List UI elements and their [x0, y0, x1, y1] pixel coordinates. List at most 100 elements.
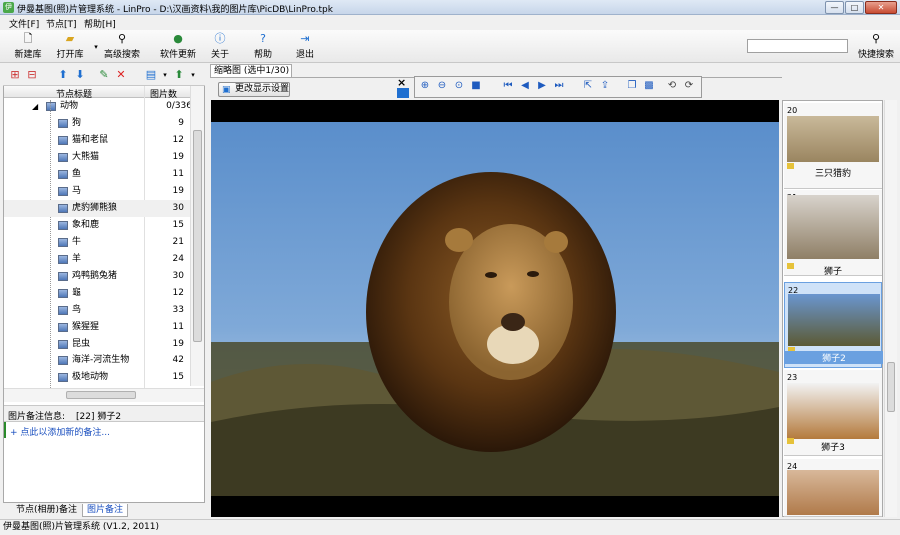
thumbnail-card[interactable]: 20 三只猎豹 [784, 103, 882, 189]
main-image[interactable] [211, 122, 779, 496]
first-image-icon[interactable]: ⏮ [502, 80, 514, 92]
new-db-button[interactable]: 🗋 新建库 [6, 32, 50, 62]
album-icon [58, 272, 68, 281]
menu-bar [0, 15, 900, 30]
tree-item[interactable]: 昆虫 19 [4, 336, 190, 353]
tree-item[interactable]: 鸡鸭鹅兔猪 30 [4, 268, 190, 285]
help-button[interactable]: ? 帮助 [241, 32, 285, 62]
tree-horizontal-scrollbar[interactable] [4, 388, 204, 402]
folder-image-icon [46, 102, 56, 111]
album-icon [58, 356, 68, 365]
tree-item[interactable]: 极地动物 15 [4, 369, 190, 386]
copy-icon[interactable]: ❐ [626, 80, 638, 92]
view-options-icon[interactable]: ▤ [144, 68, 158, 82]
quick-search-button[interactable]: ⚲ 快捷搜索 [853, 32, 899, 62]
tree-item[interactable]: 海洋-河流生物 42 [4, 352, 190, 369]
note-label: 图片备注信息: [8, 412, 66, 422]
album-icon [58, 323, 68, 332]
zoom-fit-icon[interactable]: ⊙ [453, 80, 465, 92]
collapse-arrow-icon[interactable]: ◢ [32, 98, 38, 115]
tab-thumbnails[interactable]: 缩略图 (选中1/30) [210, 64, 292, 78]
close-button[interactable]: ✕ [865, 1, 897, 14]
zoom-out-icon[interactable]: ⊖ [436, 80, 448, 92]
album-icon [58, 136, 68, 145]
rotate-left-icon[interactable]: ⟲ [666, 80, 678, 92]
search-icon: ⚲ [871, 32, 881, 45]
tree-item[interactable]: 马 19 [4, 183, 190, 200]
export-dropdown-icon[interactable]: ▾ [186, 68, 200, 82]
scrollbar-thumb[interactable] [193, 130, 202, 342]
zoom-in-icon[interactable]: ⊕ [419, 80, 431, 92]
color-indicator [397, 88, 409, 98]
export-image-icon[interactable]: ⇪ [599, 80, 611, 92]
thumbnail-scrollbar[interactable] [884, 100, 897, 517]
thumbnail-image[interactable] [788, 294, 880, 346]
minimize-button[interactable]: — [825, 1, 844, 14]
album-icon [58, 255, 68, 264]
tree-item[interactable]: 鱼 11 [4, 166, 190, 183]
album-icon [58, 289, 68, 298]
collapse-all-icon[interactable]: ⊟ [25, 68, 39, 82]
quick-search-input[interactable] [747, 39, 848, 53]
tree-item[interactable]: 象和鹿 15 [4, 217, 190, 234]
thumbnail-card-selected[interactable]: 22 狮子2 [784, 282, 883, 368]
move-down-icon[interactable]: ⬇ [73, 68, 87, 82]
maximize-button[interactable]: □ [845, 1, 864, 14]
export-icon[interactable]: ⬆ [172, 68, 186, 82]
next-image-icon[interactable]: ▶ [536, 80, 548, 92]
expand-all-icon[interactable]: ⊞ [8, 68, 22, 82]
open-db-button[interactable]: ▰ 打开库 [48, 32, 92, 62]
change-display-button[interactable]: ▣ 更改显示设置 [218, 82, 290, 97]
tree-item[interactable]: 狗9 [4, 115, 190, 132]
tree-item[interactable]: 鸟 33 [4, 302, 190, 319]
save-icon[interactable]: ▩ [643, 80, 655, 92]
tab-image-note[interactable]: 图片备注 [82, 504, 129, 517]
update-button[interactable]: ● 软件更新 [156, 32, 200, 62]
advanced-search-button[interactable]: ⚲ 高级搜索 [100, 32, 144, 62]
album-icon [58, 238, 68, 247]
thumbnail-image[interactable] [787, 470, 879, 515]
delete-icon[interactable]: ✕ [114, 68, 128, 82]
tree-item[interactable]: 牛 21 [4, 234, 190, 251]
open-dropdown-icon[interactable]: ▾ [92, 43, 100, 51]
help-icon: ? [260, 32, 266, 45]
view-dropdown-icon[interactable]: ▾ [158, 68, 172, 82]
scrollbar-thumb[interactable] [887, 362, 895, 412]
exit-icon: ⇥ [300, 32, 310, 45]
tree-item-selected[interactable]: 虎豹狮熊狼 30 [4, 200, 190, 217]
menu-file[interactable]: 文件[F] [9, 17, 39, 30]
thumbnail-image[interactable] [787, 383, 879, 439]
add-note-link[interactable]: + 点此以添加新的备注... [10, 425, 110, 438]
previous-image-icon[interactable]: ◀ [519, 80, 531, 92]
tree-header: 节点标题 图片数 [4, 86, 190, 100]
exit-button[interactable]: ⇥ 退出 [283, 32, 327, 62]
album-icon [58, 170, 68, 179]
move-up-icon[interactable]: ⬆ [56, 68, 70, 82]
thumbnail-card[interactable]: 21 狮子 [784, 190, 882, 277]
tree-item[interactable]: 大熊猫 19 [4, 149, 190, 166]
last-image-icon[interactable]: ⏭ [553, 80, 565, 92]
open-external-icon[interactable]: ⇱ [582, 80, 594, 92]
tree-vertical-scrollbar[interactable] [190, 86, 204, 386]
tab-album-note[interactable]: 节点(相册)备注 [12, 504, 81, 517]
tree-item[interactable]: 羊 24 [4, 251, 190, 268]
scrollbar-thumb[interactable] [66, 391, 136, 399]
menu-help[interactable]: 帮助[H] [84, 17, 116, 30]
tree-item[interactable]: 猫和老鼠 12 [4, 132, 190, 149]
thumbnail-card[interactable]: 24 [784, 459, 882, 517]
new-file-icon: 🗋 [23, 32, 33, 45]
thumbnail-image[interactable] [787, 195, 879, 259]
tree-root-node[interactable]: ◢ 动物 0/336 [4, 98, 192, 115]
actual-size-icon[interactable]: ■ [470, 80, 482, 92]
edit-icon[interactable]: ✎ [97, 68, 111, 82]
menu-node[interactable]: 节点[T] [46, 17, 77, 30]
thumbnail-card[interactable]: 23 狮子3 [784, 370, 882, 456]
thumbnail-image[interactable] [787, 116, 879, 162]
tree-item[interactable]: 龜 12 [4, 285, 190, 302]
about-button[interactable]: ⓘ 关于 [198, 32, 242, 62]
album-icon [58, 306, 68, 315]
tree-item[interactable]: 猴猩猩 11 [4, 319, 190, 336]
rotate-right-icon[interactable]: ⟳ [683, 80, 695, 92]
album-icon [58, 153, 68, 162]
album-icon [58, 221, 68, 230]
